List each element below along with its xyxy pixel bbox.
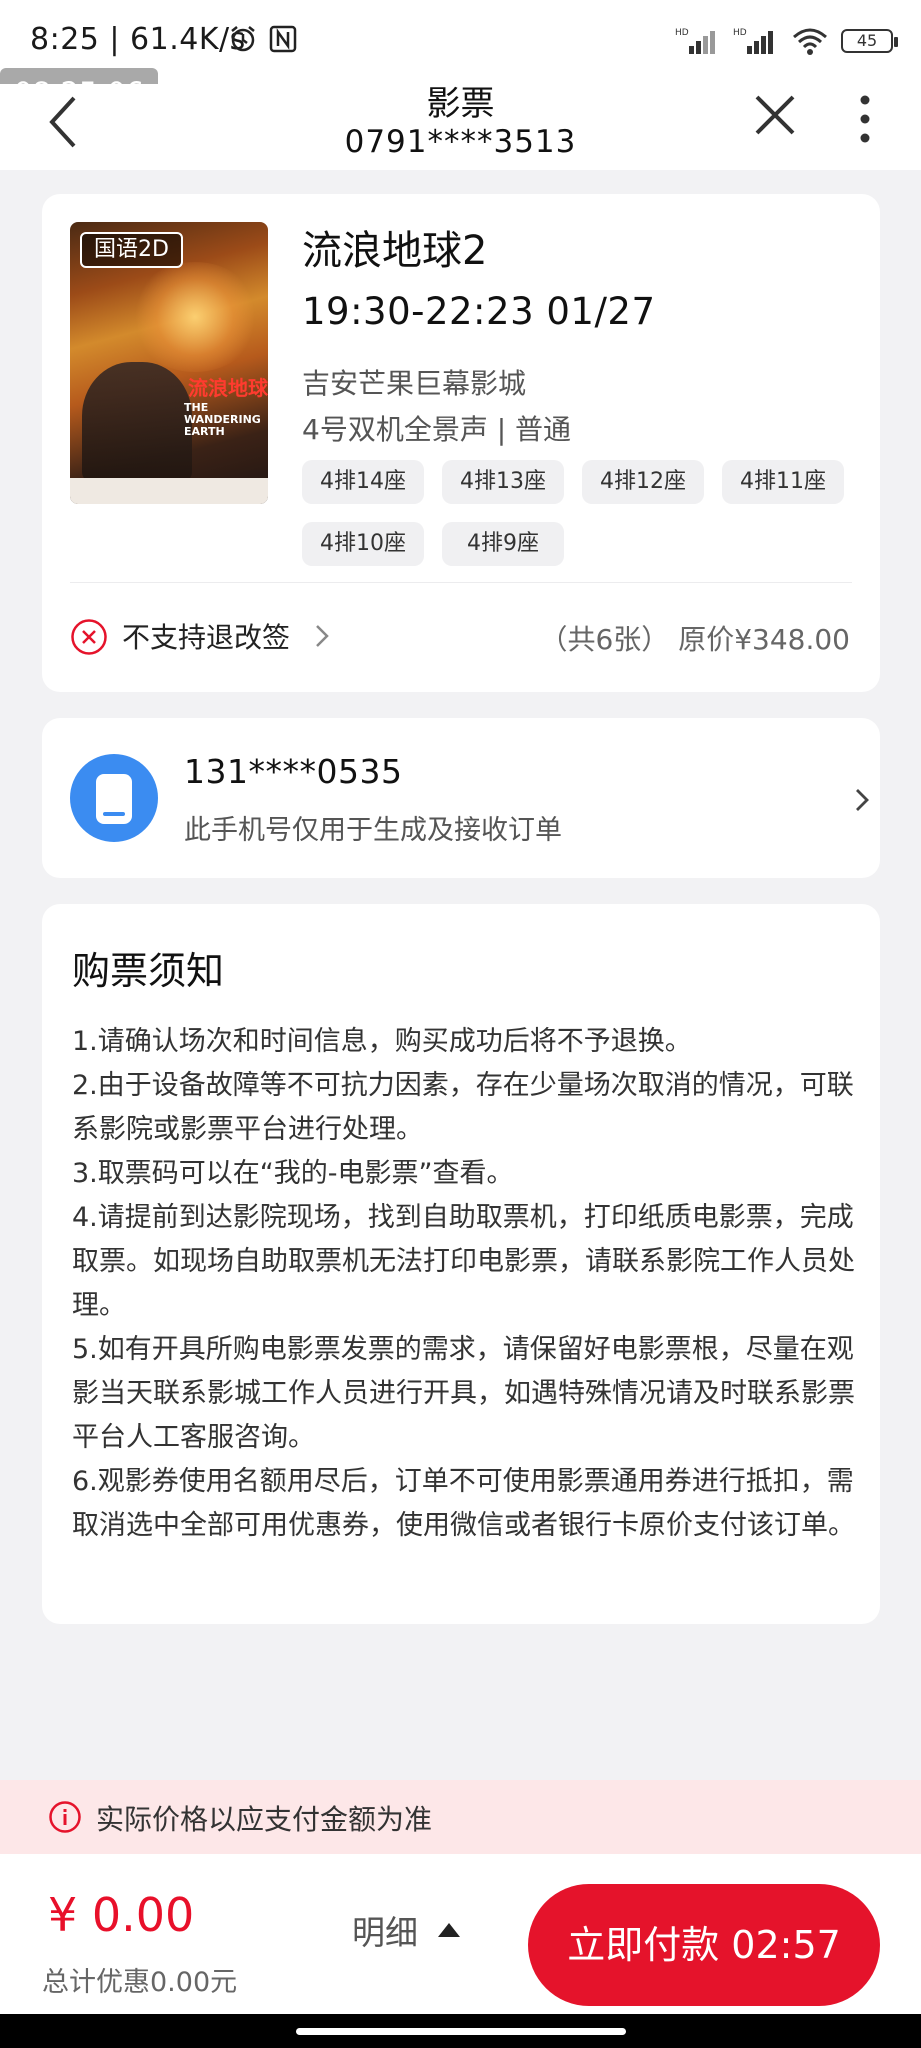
status-right-icons: HD HD 45 (675, 26, 898, 56)
no-refund-icon (71, 619, 107, 655)
price-detail-button[interactable]: 明细 (352, 1906, 460, 1954)
phone-note: 此手机号仅用于生成及接收订单 (184, 815, 562, 846)
notice-item: 1.请确认场次和时间信息，购买成功后将不予退换。 (72, 1026, 692, 1057)
info-icon (49, 1801, 81, 1833)
showtime: 19:30-22:23 01/27 (302, 290, 656, 333)
status-time: 8:25 | 61.4K/s (30, 22, 246, 57)
close-button[interactable] (752, 92, 798, 138)
format-badge: 国语2D (80, 232, 183, 268)
payment-bar: ¥ 0.00 总计优惠0.00元 明细 立即付款 02:57 (0, 1854, 921, 2014)
movie-poster: 流浪地球 THE WANDERING EARTH 国语2D (70, 222, 268, 504)
divider (70, 582, 852, 583)
page-header: 影票 0791****3513 (0, 84, 921, 170)
seat-tag: 4排12座 (582, 460, 704, 504)
signal-hd-icon: HD (675, 28, 715, 54)
seat-tag: 4排11座 (722, 460, 844, 504)
notice-item: 4.请提前到达影院现场，找到自助取票机，打印纸质电影票，完成取票。如现场自助取票… (72, 1202, 855, 1321)
total-price: ¥ 0.00 (48, 1888, 195, 1942)
wifi-icon (793, 28, 827, 55)
cinema-name: 吉安芒果巨幕影城 (302, 367, 527, 400)
price-tip-text: 实际价格以应支付金额为准 (96, 1803, 433, 1836)
price-summary: （共6张） 原价¥348.00 (539, 623, 850, 656)
total-discount: 总计优惠0.00元 (42, 1967, 238, 1998)
status-left-icons (228, 24, 298, 54)
phone-number: 131****0535 (184, 752, 403, 791)
price-detail-label: 明细 (352, 1913, 418, 1952)
signal-hd-icon-2: HD (733, 28, 773, 54)
refund-policy-link[interactable]: 不支持退改签 (122, 616, 290, 656)
caret-up-icon (438, 1923, 460, 1937)
seat-tag: 4排9座 (442, 522, 564, 566)
purchase-notice-card: 购票须知 1.请确认场次和时间信息，购买成功后将不予退换。 2.由于设备故障等不… (42, 904, 880, 1624)
system-nav-bar (0, 2014, 921, 2048)
seat-list: 4排14座 4排13座 4排12座 4排11座 4排10座 4排9座 (302, 460, 862, 566)
movie-title: 流浪地球2 (302, 228, 488, 274)
notice-item: 3.取票码可以在“我的-电影票”查看。 (72, 1158, 514, 1189)
movie-ticket-card: 流浪地球 THE WANDERING EARTH 国语2D 流浪地球2 19:3… (42, 194, 880, 692)
notice-title: 购票须知 (72, 949, 225, 993)
seat-tag: 4排10座 (302, 522, 424, 566)
pay-now-button[interactable]: 立即付款 02:57 (528, 1884, 880, 2006)
seat-tag: 4排14座 (302, 460, 424, 504)
svg-text:HD: HD (675, 28, 689, 38)
phone-icon (70, 754, 158, 842)
poster-cn-title: 流浪地球 (188, 376, 268, 400)
notice-item: 5.如有开具所购电影票发票的需求，请保留好电影票根，尽量在观影当天联系影城工作人… (72, 1334, 855, 1453)
seat-tag: 4排13座 (442, 460, 564, 504)
nfc-icon (269, 25, 297, 53)
svg-text:HD: HD (733, 28, 747, 38)
price-tip-bar: 实际价格以应支付金额为准 (0, 1780, 921, 1854)
chevron-right-icon[interactable] (852, 784, 872, 816)
phone-card[interactable]: 131****0535 此手机号仅用于生成及接收订单 (42, 718, 880, 878)
notice-item: 2.由于设备故障等不可抗力因素，存在少量场次取消的情况，可联系影院或影票平台进行… (72, 1070, 854, 1145)
notice-item: 6.观影券使用名额用尽后，订单不可使用影票通用券进行抵扣，需取消选中全部可用优惠… (72, 1466, 855, 1541)
alarm-icon (231, 26, 255, 52)
battery-icon: 45 (841, 29, 898, 53)
poster-en-title: THE WANDERING EARTH (184, 401, 261, 438)
chevron-right-icon[interactable] (312, 620, 332, 652)
home-indicator[interactable] (296, 2028, 626, 2035)
hall-info: 4号双机全景声 | 普通 (302, 413, 572, 446)
notice-list: 1.请确认场次和时间信息，购买成功后将不予退换。 2.由于设备故障等不可抗力因素… (72, 1020, 864, 1548)
more-menu-button[interactable] (856, 94, 874, 144)
